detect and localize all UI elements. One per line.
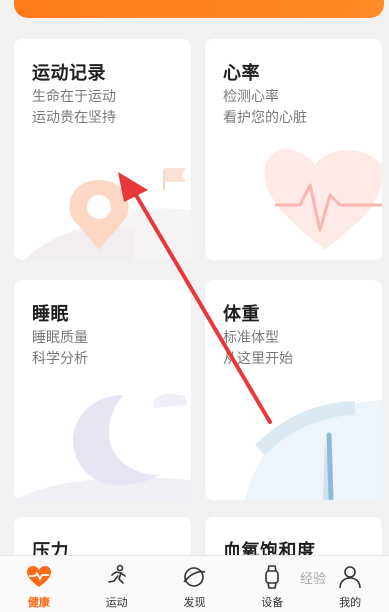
watermark: 经验 xyxy=(300,572,327,587)
location-pin-icon xyxy=(24,168,191,260)
tab-label: 设备 xyxy=(261,596,284,609)
bottom-tab-bar: 健康 运动 发现 设备 我的 xyxy=(0,555,389,612)
card-title: 运动记录 xyxy=(32,63,106,84)
tab-discover[interactable]: 发现 xyxy=(156,556,234,612)
tab-health[interactable]: 健康 xyxy=(0,556,78,612)
card-subtitle: 标准体型 xyxy=(223,330,279,346)
watch-icon xyxy=(265,565,280,589)
card-sleep[interactable]: 睡眠 睡眠质量 科学分析 xyxy=(14,280,191,500)
tab-label: 运动 xyxy=(105,596,128,609)
card-weight[interactable]: 体重 标准体型 从这里开始 xyxy=(205,280,382,500)
moon-icon xyxy=(14,393,191,500)
tab-label: 发现 xyxy=(183,596,206,609)
running-icon xyxy=(107,564,126,584)
planet-icon xyxy=(183,567,206,587)
tab-label: 我的 xyxy=(339,596,362,609)
tab-exercise[interactable]: 运动 xyxy=(78,556,156,612)
scale-gauge-icon xyxy=(245,400,382,500)
card-subtitle: 检测心率 xyxy=(223,89,279,105)
card-title: 睡眠 xyxy=(32,304,69,325)
heart-icon xyxy=(264,149,382,250)
card-exercise-record[interactable]: 运动记录 生命在于运动 运动贵在坚持 xyxy=(14,39,191,260)
card-title: 体重 xyxy=(223,304,260,325)
card-subtitle: 从这里开始 xyxy=(223,351,293,367)
top-banner[interactable] xyxy=(14,0,384,18)
card-heart-rate[interactable]: 心率 检测心率 看护您的心脏 xyxy=(205,39,382,260)
card-title: 心率 xyxy=(223,63,260,84)
heart-pulse-icon xyxy=(26,566,51,587)
card-subtitle: 生命在于运动 xyxy=(32,89,116,105)
tab-label: 健康 xyxy=(27,596,50,609)
card-subtitle: 科学分析 xyxy=(32,351,88,367)
card-subtitle: 看护您的心脏 xyxy=(223,110,307,126)
card-subtitle: 睡眠质量 xyxy=(32,330,88,346)
person-icon xyxy=(339,566,361,589)
card-subtitle: 运动贵在坚持 xyxy=(32,110,116,126)
